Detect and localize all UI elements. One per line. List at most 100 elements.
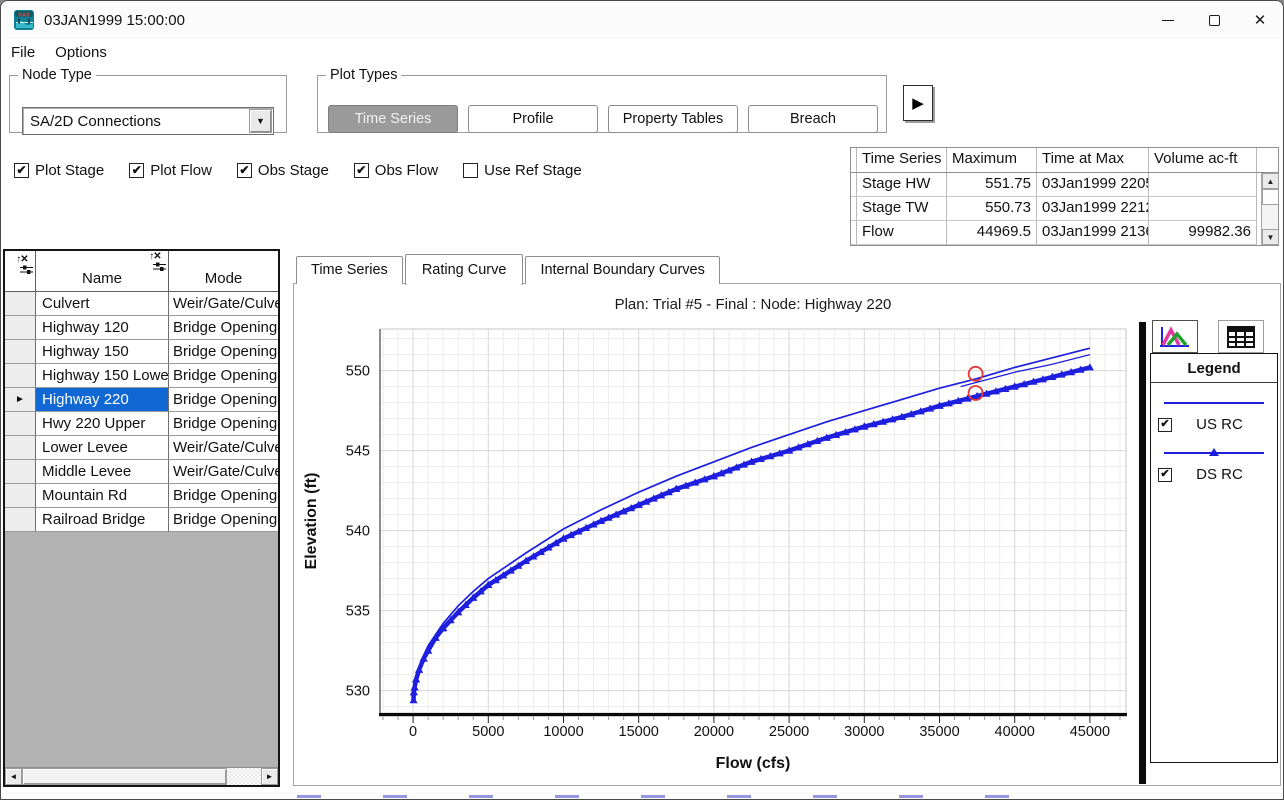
table-row-lower-levee[interactable]: Lower LeveeWeir/Gate/Culve [5, 436, 278, 460]
node-name-cell[interactable]: Hwy 220 Upper [36, 412, 169, 436]
node-name-cell[interactable]: Railroad Bridge [36, 508, 169, 532]
node-mode-cell[interactable]: Weir/Gate/Culve [169, 460, 278, 484]
checkbox-plot-flow[interactable]: ✔Plot Flow [129, 162, 212, 179]
checkbox-box[interactable]: ✔ [129, 163, 144, 178]
animate-button[interactable]: ▶ [903, 85, 933, 121]
table-row-hwy-220-upper[interactable]: Hwy 220 UpperBridge Opening [5, 412, 278, 436]
node-mode-cell[interactable]: Bridge Opening [169, 412, 278, 436]
node-name-cell[interactable]: Mountain Rd [36, 484, 169, 508]
table-row-railroad-bridge[interactable]: Railroad BridgeBridge Opening [5, 508, 278, 532]
rating-curve-chart[interactable]: 0500010000150002000025000300003500040000… [298, 286, 1148, 786]
node-name-cell[interactable]: Culvert [36, 292, 169, 316]
node-mode-cell[interactable]: Bridge Opening [169, 340, 278, 364]
checkbox-box[interactable]: ✔ [354, 163, 369, 178]
checkbox-ds-rc[interactable]: ✔ [1158, 468, 1172, 482]
table-row-highway-150[interactable]: Highway 150Bridge Opening [5, 340, 278, 364]
scrollbar-track[interactable] [227, 768, 261, 785]
maximize-button[interactable] [1191, 1, 1237, 39]
node-name-cell[interactable]: Highway 150 Lowe [36, 364, 169, 388]
table-row-culvert[interactable]: CulvertWeir/Gate/Culve [5, 292, 278, 316]
title-bar[interactable]: RAS 03JAN1999 15:00:00 ✕ [1, 1, 1283, 39]
summary-scrollbar[interactable]: ▲ ▼ [1261, 173, 1278, 245]
row-selector-cell[interactable] [5, 508, 36, 532]
node-name-cell[interactable]: Highway 120 [36, 316, 169, 340]
background-window-clipped-text [1, 792, 1283, 799]
node-mode-cell[interactable]: Bridge Opening [169, 484, 278, 508]
node-type-dropdown[interactable]: SA/2D Connections ▼ [22, 107, 274, 135]
show-table-button[interactable] [1218, 320, 1264, 353]
scroll-left-icon[interactable]: ◄ [5, 768, 22, 785]
table-row-highway-220[interactable]: ►Highway 220Bridge Opening [5, 388, 278, 412]
chevron-down-icon[interactable]: ▼ [249, 109, 272, 133]
plot-type-breach-button[interactable]: Breach [748, 105, 878, 133]
time-series-summary-table[interactable]: Time SeriesMaximumTime at MaxVolume ac-f… [850, 147, 1279, 246]
sort-clear-icon[interactable]: ↑✕ [144, 252, 166, 262]
sort-clear-icon[interactable]: ↑✕ [11, 255, 33, 265]
minimize-button[interactable] [1145, 1, 1191, 39]
row-selector-cell[interactable] [5, 436, 36, 460]
plot-type-profile-button[interactable]: Profile [468, 105, 598, 133]
checkbox-obs-flow[interactable]: ✔Obs Flow [354, 162, 438, 179]
scroll-down-icon[interactable]: ▼ [1262, 229, 1279, 245]
x-axis-line [379, 713, 1127, 716]
menu-file[interactable]: File [1, 42, 45, 63]
checkbox-plot-stage[interactable]: ✔Plot Stage [14, 162, 104, 179]
table-row-mountain-rd[interactable]: Mountain RdBridge Opening [5, 484, 278, 508]
row-selector-cell[interactable] [5, 340, 36, 364]
row-selector-cell[interactable]: ► [5, 388, 36, 412]
plot-type-time-series-button[interactable]: Time Series [328, 105, 458, 133]
checkbox-obs-stage[interactable]: ✔Obs Stage [237, 162, 329, 179]
close-icon: ✕ [1254, 11, 1267, 29]
column-header-mode[interactable]: Mode [169, 251, 278, 291]
node-name-cell[interactable]: Highway 220 [36, 388, 169, 412]
sort-filter-icons[interactable]: ↑✕ [144, 252, 166, 271]
node-name-cell[interactable]: Lower Levee [36, 436, 169, 460]
plot-tab-bar: Time SeriesRating CurveInternal Boundary… [296, 253, 722, 284]
node-mode-cell[interactable]: Bridge Opening [169, 508, 278, 532]
show-plot-button[interactable] [1152, 320, 1198, 353]
tab-internal-boundary-curves[interactable]: Internal Boundary Curves [525, 256, 719, 284]
plot-type-property-tables-button[interactable]: Property Tables [608, 105, 738, 133]
table-row-highway-150-lowe[interactable]: Highway 150 LoweBridge Opening [5, 364, 278, 388]
row-selector-cell[interactable] [5, 412, 36, 436]
sort-filter-icons[interactable]: ↑✕ [11, 255, 33, 274]
tab-time-series[interactable]: Time Series [296, 256, 403, 284]
tab-rating-curve[interactable]: Rating Curve [405, 254, 524, 285]
scrollbar-thumb[interactable] [22, 768, 227, 785]
table-row-highway-120[interactable]: Highway 120Bridge Opening [5, 316, 278, 340]
row-selector-cell[interactable] [5, 484, 36, 508]
legend-splitter-handle[interactable] [1139, 322, 1146, 784]
x-tick-label: 20000 [694, 724, 734, 740]
node-mode-cell[interactable]: Weir/Gate/Culve [169, 292, 278, 316]
y-tick-label: 535 [346, 604, 370, 620]
row-selector-cell[interactable] [5, 292, 36, 316]
scroll-up-icon[interactable]: ▲ [1262, 173, 1279, 189]
checkbox-us-rc[interactable]: ✔ [1158, 418, 1172, 432]
row-selector-cell[interactable] [5, 316, 36, 340]
node-mode-cell[interactable]: Bridge Opening [169, 388, 278, 412]
checkbox-box[interactable]: ✔ [237, 163, 252, 178]
checkbox-box[interactable]: ✔ [14, 163, 29, 178]
chart-title: Plan: Trial #5 - Final : Node: Highway 2… [615, 296, 892, 313]
node-name-cell[interactable]: Middle Levee [36, 460, 169, 484]
node-table-hscrollbar[interactable]: ◄ ► [5, 767, 278, 785]
node-mode-cell[interactable]: Weir/Gate/Culve [169, 436, 278, 460]
menu-options[interactable]: Options [45, 42, 117, 63]
filter-slider-icon[interactable] [153, 262, 166, 271]
node-mode-cell[interactable]: Bridge Opening [169, 364, 278, 388]
x-tick-label: 40000 [995, 724, 1035, 740]
checkbox-use-ref-stage[interactable]: Use Ref Stage [463, 162, 582, 179]
filter-slider-icon[interactable] [20, 265, 33, 274]
scroll-right-icon[interactable]: ► [261, 768, 278, 785]
checkbox-box[interactable] [463, 163, 478, 178]
close-button[interactable]: ✕ [1237, 1, 1283, 39]
scrollbar-thumb[interactable] [1262, 189, 1279, 205]
row-selector-cell[interactable] [5, 460, 36, 484]
row-selector-cell[interactable] [5, 364, 36, 388]
table-row-middle-levee[interactable]: Middle LeveeWeir/Gate/Culve [5, 460, 278, 484]
node-mode-cell[interactable]: Bridge Opening [169, 316, 278, 340]
legend-toggle-row: ✔US RC [1151, 416, 1277, 433]
corner-header-cell[interactable]: ↑✕ [5, 251, 36, 291]
node-name-cell[interactable]: Highway 150 [36, 340, 169, 364]
column-header-name[interactable]: Name ↑✕ [36, 251, 169, 291]
